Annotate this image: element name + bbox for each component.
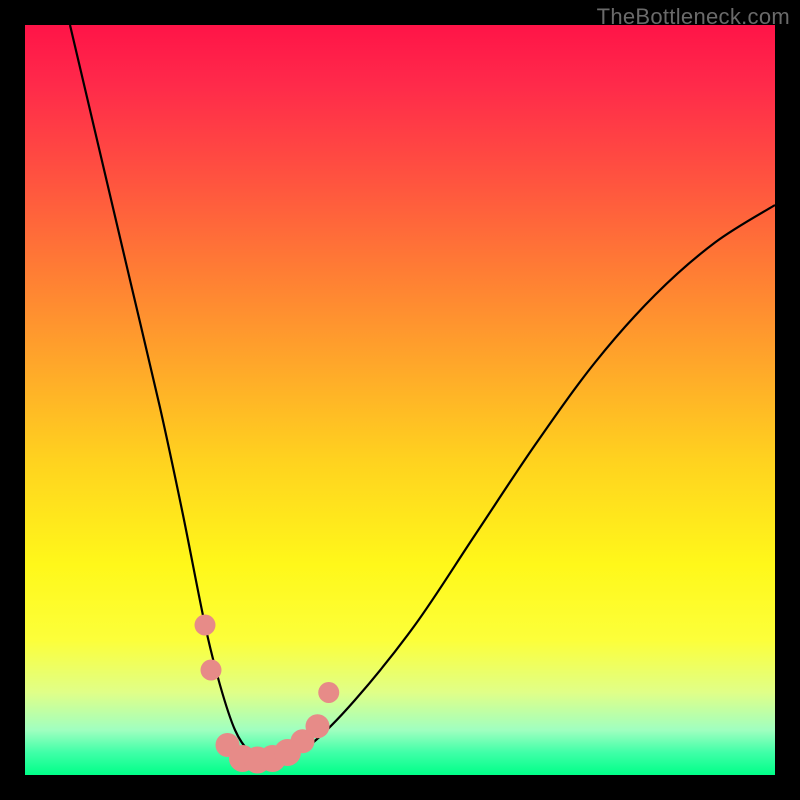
highlight-markers	[195, 615, 340, 774]
marker-dot	[201, 660, 222, 681]
marker-dot	[195, 615, 216, 636]
chart-svg	[25, 25, 775, 775]
watermark-text: TheBottleneck.com	[597, 4, 790, 30]
marker-dot	[318, 682, 339, 703]
plot-area	[25, 25, 775, 775]
marker-dot	[306, 714, 330, 738]
bottleneck-curve	[70, 25, 775, 761]
